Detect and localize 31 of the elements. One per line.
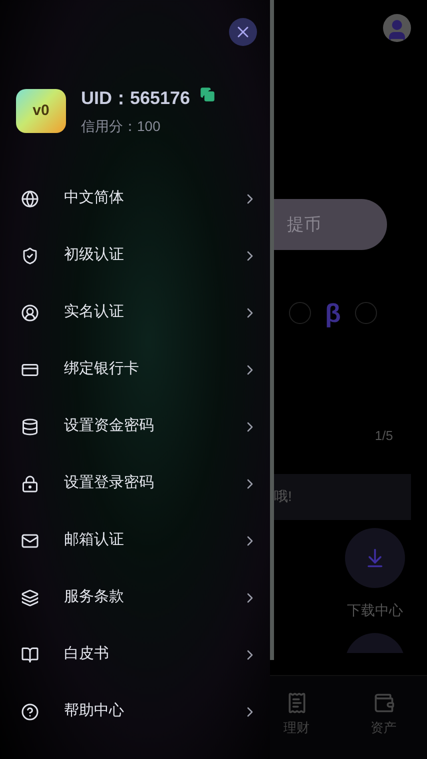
shield-icon [21, 246, 39, 264]
menu-item[interactable]: 设置登录密码 [0, 455, 270, 512]
menu-item[interactable]: 设置资金密码 [0, 398, 270, 455]
slide-counter: 1/5 [374, 427, 393, 445]
notice-text: 哦! [274, 487, 292, 506]
credit-score: 信用分：100 [81, 117, 162, 136]
menu-item[interactable]: 绑定银行卡 [0, 341, 270, 398]
symbol: β [325, 300, 341, 326]
menu-item[interactable]: 服务条款 [0, 569, 270, 626]
menu-item[interactable]: 帮助中心 [0, 683, 270, 740]
book-icon [21, 646, 39, 664]
user-circle-icon [21, 304, 39, 322]
menu-item[interactable]: 中文简体 [0, 170, 270, 227]
receipt-icon [286, 692, 308, 714]
avatar[interactable] [383, 14, 411, 42]
copy-icon[interactable] [200, 87, 216, 102]
menu-item[interactable]: 实名认证 [0, 284, 270, 341]
layers-icon [21, 588, 39, 606]
menu-item[interactable]: 邮箱认证 [0, 512, 270, 569]
coins-icon [21, 418, 39, 436]
close-button[interactable] [229, 18, 257, 46]
shortcut-label: 下载中心 [347, 600, 403, 620]
menu-item[interactable]: 初级认证 [0, 227, 270, 284]
level-badge: v0 [16, 89, 66, 133]
menu-item[interactable]: 白皮书 [0, 626, 270, 683]
wallet-icon [372, 692, 394, 714]
lock-icon [21, 474, 39, 492]
uid-text: UID：565176 [81, 87, 190, 110]
mail-icon [21, 532, 39, 550]
help-icon [21, 702, 39, 720]
globe-icon [21, 190, 39, 208]
